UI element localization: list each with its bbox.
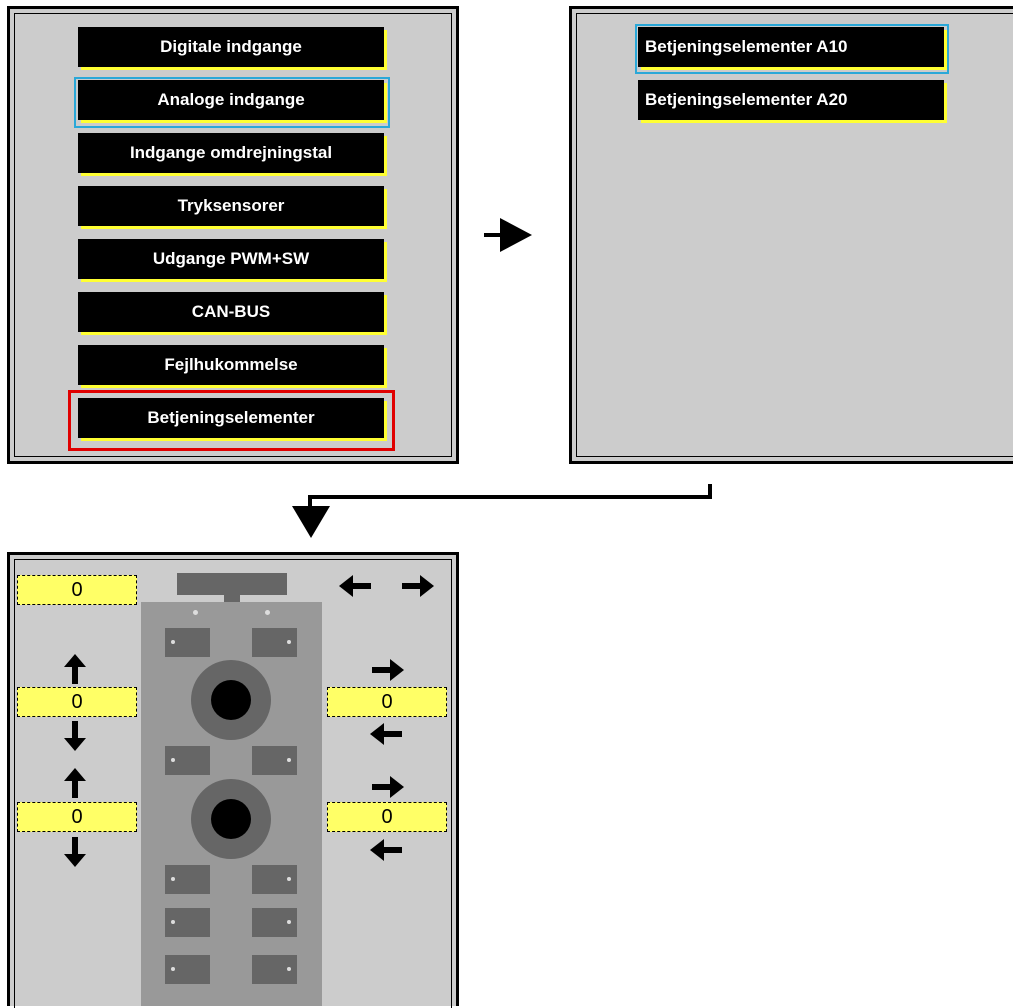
- arrow-up-icon: [64, 768, 86, 798]
- device-pin: [193, 610, 198, 615]
- arrow-right-icon: [372, 659, 404, 681]
- value-display-left-1: 0: [17, 687, 137, 717]
- menu-item-controls[interactable]: Betjeningselementer: [78, 398, 384, 438]
- joystick-knob-1-center: [211, 680, 251, 720]
- submenu-panel: [569, 6, 1013, 464]
- value-display-right-2: 0: [327, 802, 447, 832]
- flow-arrow-right-icon: [484, 218, 532, 252]
- flow-connector-line: [308, 495, 712, 499]
- submenu-item-a20[interactable]: Betjeningselementer A20: [638, 80, 944, 120]
- connector-port: [165, 746, 210, 775]
- connector-port: [165, 628, 210, 657]
- value-display-right-1: 0: [327, 687, 447, 717]
- submenu-item-a10[interactable]: Betjeningselementer A10: [638, 27, 944, 67]
- menu-item-digital-inputs[interactable]: Digitale indgange: [78, 27, 384, 67]
- menu-item-analog-inputs[interactable]: Analoge indgange: [78, 80, 384, 120]
- arrow-right-icon: [402, 575, 434, 597]
- connector-port: [165, 908, 210, 937]
- connector-port: [252, 865, 297, 894]
- arrow-up-icon: [64, 654, 86, 684]
- menu-item-fault-memory[interactable]: Fejlhukommelse: [78, 345, 384, 385]
- connector-port: [252, 955, 297, 984]
- connector-port: [165, 955, 210, 984]
- connector-port: [165, 865, 210, 894]
- arrow-left-icon: [339, 575, 371, 597]
- menu-item-speed-inputs[interactable]: Indgange omdrejningstal: [78, 133, 384, 173]
- arrow-down-icon: [64, 837, 86, 867]
- arrow-left-icon: [370, 839, 402, 861]
- value-display-left-2: 0: [17, 802, 137, 832]
- arrow-right-icon: [372, 776, 404, 798]
- connector-port: [252, 746, 297, 775]
- arrow-left-icon: [370, 723, 402, 745]
- joystick-knob-2-center: [211, 799, 251, 839]
- connector-port: [252, 908, 297, 937]
- device-pin: [265, 610, 270, 615]
- arrow-down-icon: [64, 721, 86, 751]
- menu-item-pwm-outputs[interactable]: Udgange PWM+SW: [78, 239, 384, 279]
- flow-arrow-down-icon: [292, 506, 330, 538]
- menu-item-pressure-sensors[interactable]: Tryksensorer: [78, 186, 384, 226]
- value-display-top: 0: [17, 575, 137, 605]
- device-header-bar: [177, 573, 287, 595]
- connector-port: [252, 628, 297, 657]
- menu-item-can-bus[interactable]: CAN-BUS: [78, 292, 384, 332]
